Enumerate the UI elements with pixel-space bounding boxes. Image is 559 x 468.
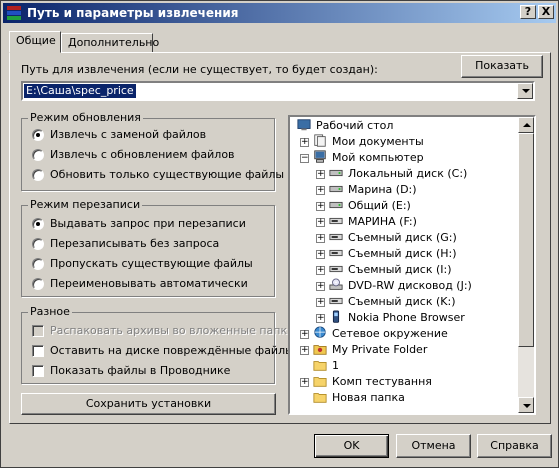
checkbox-label: Распаковать архивы во вложенные папки	[50, 324, 295, 337]
removable-drive-icon	[329, 233, 343, 241]
folder-icon	[313, 361, 327, 371]
expand-icon[interactable]: +	[316, 314, 325, 323]
help-title-button[interactable]: ?	[520, 5, 536, 19]
removable-drive-icon	[329, 217, 343, 225]
show-button[interactable]: Показать	[461, 55, 543, 78]
expand-icon[interactable]: +	[316, 202, 325, 211]
tree-item-label: Мой компьютер	[332, 151, 424, 164]
checkbox-label: Показать файлы в Проводнике	[50, 364, 231, 377]
radio-indicator	[32, 218, 44, 230]
title-bar[interactable]: Путь и параметры извлечения ? X	[3, 3, 556, 23]
expand-icon[interactable]: +	[300, 346, 309, 355]
tree-item-label: Общий (E:)	[348, 199, 411, 212]
private-folder-icon	[313, 345, 327, 355]
tree-item-label: Nokia Phone Browser	[348, 311, 465, 324]
expand-icon[interactable]: +	[316, 250, 325, 259]
close-button[interactable]: X	[538, 5, 554, 19]
window-title: Путь и параметры извлечения	[27, 6, 239, 20]
update-mode-group: Режим обновления Извлечь с заменой файло…	[21, 111, 284, 191]
checkbox-indicator	[32, 365, 44, 377]
documents-icon	[314, 134, 326, 147]
chevron-down-icon[interactable]	[517, 83, 533, 99]
radio-indicator	[32, 129, 44, 141]
misc-group: Разное Распаковать архивы во вложенные п…	[21, 305, 294, 384]
folder-tree[interactable]: Рабочий стол + Мои документы − Мой компьютер…	[288, 115, 536, 415]
tree-item-label: Съемный диск (K:)	[348, 295, 456, 308]
ok-button[interactable]: OK	[314, 434, 389, 458]
tree-item-label: My Private Folder	[332, 343, 428, 356]
save-settings-button[interactable]: Сохранить установки	[21, 393, 276, 415]
radio-label: Перезаписывать без запроса	[50, 237, 220, 250]
path-combobox[interactable]: E:\Саша\spec_price	[21, 81, 535, 101]
overwrite-mode-title: Режим перезаписи	[28, 198, 143, 211]
hard-drive-icon	[329, 185, 343, 193]
removable-drive-icon	[329, 249, 343, 257]
expand-icon[interactable]: +	[316, 218, 325, 227]
tree-item-label: МАРИНА (F:)	[348, 215, 417, 228]
radio-indicator	[32, 169, 44, 181]
tree-item-label: Мои документы	[332, 135, 424, 148]
dvd-drive-icon	[329, 278, 343, 290]
tree-item-label: 1	[332, 359, 339, 372]
phone-icon	[332, 310, 340, 323]
radio-indicator	[32, 149, 44, 161]
radio-label: Переименовывать автоматически	[50, 277, 248, 290]
radio-label: Выдавать запрос при перезаписи	[50, 217, 246, 230]
checkbox-indicator	[32, 345, 44, 357]
desktop-icon	[297, 119, 311, 131]
expand-icon[interactable]: +	[316, 186, 325, 195]
radio-indicator	[32, 278, 44, 290]
computer-icon	[314, 150, 326, 163]
radio-label: Пропускать существующие файлы	[50, 257, 253, 270]
extraction-dialog: Путь и параметры извлечения ? X Общие До…	[0, 0, 559, 468]
expand-icon[interactable]: +	[300, 138, 309, 147]
expand-icon[interactable]: +	[300, 378, 309, 387]
checkbox-indicator	[32, 325, 44, 337]
tree-item-label: Локальный диск (C:)	[348, 167, 468, 180]
tree-item-label: Новая папка	[332, 391, 405, 404]
winrar-icon	[7, 6, 21, 20]
cancel-button[interactable]: Отмена	[396, 434, 471, 458]
expand-icon[interactable]: +	[316, 234, 325, 243]
path-label: Путь для извлечения (если не существует,…	[21, 63, 378, 76]
scroll-up-icon[interactable]	[518, 117, 534, 133]
scroll-down-icon[interactable]	[518, 397, 534, 413]
tree-item-label: DVD-RW дисковод (J:)	[348, 279, 472, 292]
removable-drive-icon	[329, 265, 343, 273]
expand-icon[interactable]: +	[316, 170, 325, 179]
tree-item-label: Съемный диск (G:)	[348, 231, 457, 244]
tree-scrollbar[interactable]	[518, 117, 534, 413]
expand-icon[interactable]: +	[316, 266, 325, 275]
hard-drive-icon	[329, 201, 343, 209]
collapse-icon[interactable]: −	[300, 154, 309, 163]
expand-icon[interactable]: +	[316, 282, 325, 291]
path-value: E:\Саша\spec_price	[24, 84, 136, 98]
update-mode-title: Режим обновления	[28, 111, 143, 124]
tree-item-label: Сетевое окружение	[332, 327, 448, 340]
tab-advanced[interactable]: Дополнительно	[61, 33, 159, 53]
radio-indicator	[32, 238, 44, 250]
folder-icon	[313, 377, 327, 387]
misc-title: Разное	[28, 305, 72, 318]
folder-icon	[313, 393, 327, 403]
tab-general[interactable]: Общие	[9, 31, 61, 53]
overwrite-mode-group: Режим перезаписи Выдавать запрос при пер…	[21, 198, 275, 297]
checkbox-label: Оставить на диске повреждённые файлы	[50, 344, 294, 357]
radio-label: Извлечь с обновлением файлов	[50, 148, 235, 161]
expand-icon[interactable]: +	[316, 298, 325, 307]
scroll-thumb[interactable]	[518, 133, 534, 347]
tree-item-label: Марина (D:)	[348, 183, 417, 196]
radio-label: Обновить только существующие файлы	[50, 168, 285, 181]
network-icon	[314, 326, 326, 338]
tree-item-label: Комп тестування	[332, 375, 432, 388]
help-button[interactable]: Справка	[477, 434, 552, 458]
tree-item-label: Съемный диск (I:)	[348, 263, 452, 276]
tree-item-label: Рабочий стол	[316, 119, 394, 132]
expand-icon[interactable]: +	[300, 330, 309, 339]
tree-item-label: Съемный диск (H:)	[348, 247, 457, 260]
hard-drive-icon	[329, 169, 343, 177]
removable-drive-icon	[329, 297, 343, 305]
radio-indicator	[32, 258, 44, 270]
radio-label: Извлечь с заменой файлов	[50, 128, 207, 141]
